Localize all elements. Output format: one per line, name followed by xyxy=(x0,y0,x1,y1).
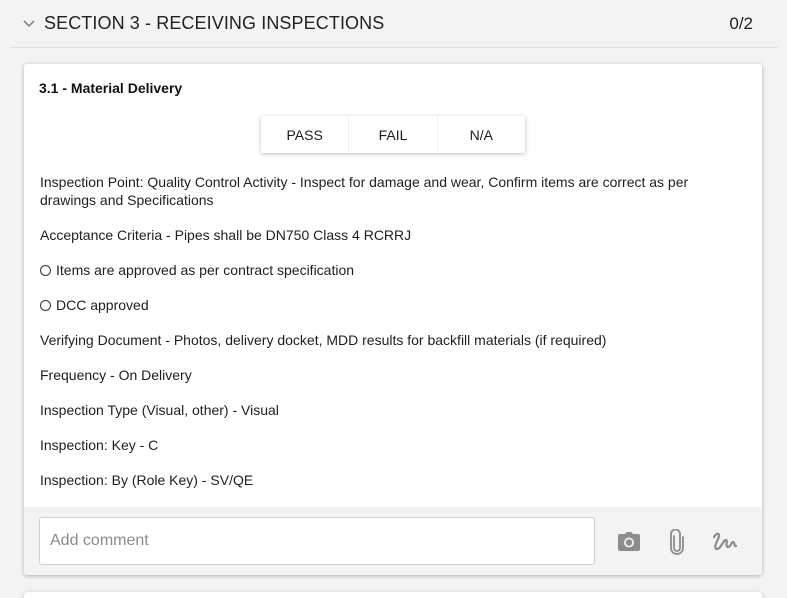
item-title: 3.1 - Material Delivery xyxy=(39,80,183,96)
section-header[interactable]: SECTION 3 - RECEIVING INSPECTIONS 0/2 xyxy=(10,0,778,48)
section-title: SECTION 3 - RECEIVING INSPECTIONS xyxy=(44,13,385,33)
radio-circle-icon xyxy=(40,299,51,311)
chevron-down-icon[interactable] xyxy=(18,13,40,35)
pass-fail-na-group: PASS FAIL N/A xyxy=(261,116,525,153)
option-label: DCC approved xyxy=(56,297,149,313)
section-progress-count: 0/2 xyxy=(729,14,753,33)
option-label: Items are approved as per contract speci… xyxy=(56,262,355,278)
comment-input[interactable] xyxy=(39,517,595,565)
next-item-card xyxy=(24,592,762,598)
inspection-point-text: Inspection Point: Quality Control Activi… xyxy=(40,174,689,208)
verifying-document-text: Verifying Document - Photos, delivery do… xyxy=(40,332,607,348)
inspection-type-text: Inspection Type (Visual, other) - Visual xyxy=(40,402,279,418)
frequency-text: Frequency - On Delivery xyxy=(40,367,192,383)
comment-footer xyxy=(24,507,762,575)
paperclip-icon[interactable] xyxy=(664,529,690,555)
inspection-key-text: Inspection: Key - C xyxy=(40,437,159,453)
option-contract-spec: Items are approved as per contract speci… xyxy=(40,261,740,279)
camera-icon[interactable] xyxy=(616,529,642,555)
option-dcc-approved: DCC approved xyxy=(40,296,740,314)
inspection-item-card: 3.1 - Material Delivery PASS FAIL N/A In… xyxy=(24,64,762,575)
inspection-by-text: Inspection: By (Role Key) - SV/QE xyxy=(40,472,254,488)
na-button[interactable]: N/A xyxy=(436,116,525,153)
fail-button[interactable]: FAIL xyxy=(348,116,436,153)
signature-icon[interactable] xyxy=(712,529,738,555)
radio-circle-icon xyxy=(40,264,51,276)
acceptance-criteria-text: Acceptance Criteria - Pipes shall be DN7… xyxy=(40,227,412,243)
pass-button[interactable]: PASS xyxy=(261,116,348,153)
